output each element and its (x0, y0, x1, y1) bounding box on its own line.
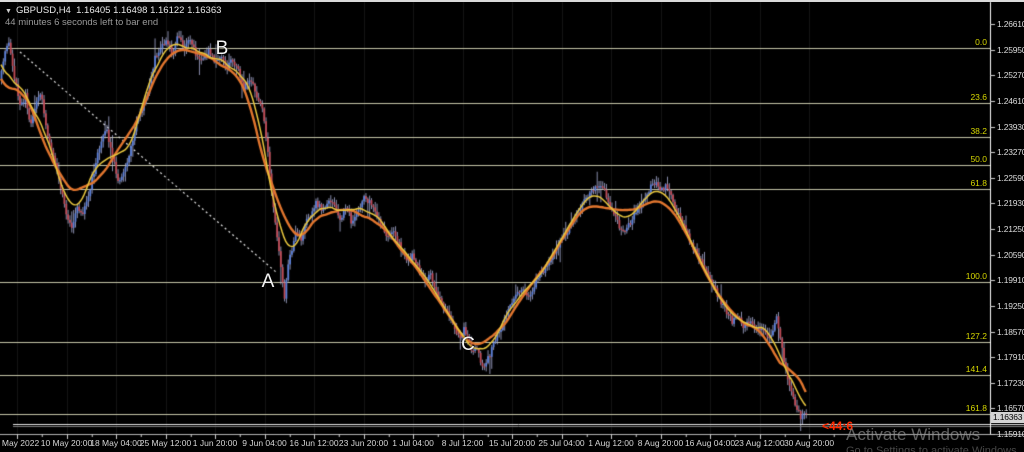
swing-point-label: B (216, 38, 229, 60)
price-axis-label: 1.21930 (997, 198, 1024, 208)
time-axis-label: 10 May 20:00 (41, 438, 93, 448)
window-top-edge (0, 0, 1024, 2)
time-axis-label: 9 Jun 04:00 (242, 438, 286, 448)
chevron-down-icon[interactable]: ▼ (5, 8, 12, 15)
swing-point-label: A (262, 271, 275, 293)
swing-point-label: C (461, 334, 475, 356)
current-price-badge: 1.16363 (991, 412, 1024, 423)
fib-level-label: 141.4 (966, 364, 987, 374)
price-axis-label: 1.24610 (997, 96, 1024, 106)
time-axis-label: 8 Jul 12:00 (442, 438, 484, 448)
fib-level-label: 38.2 (970, 126, 987, 136)
fib-level-label: 127.2 (966, 331, 987, 341)
price-axis-label: 1.17230 (997, 378, 1024, 388)
price-axis-label: 1.23270 (997, 147, 1024, 157)
time-axis-label: 25 May 12:00 (140, 438, 192, 448)
activate-windows-watermark: Activate Windows (846, 425, 980, 445)
price-axis-label: 1.17910 (997, 352, 1024, 362)
time-axis-label: 30 Aug 20:00 (784, 438, 834, 448)
chart-canvas[interactable] (0, 0, 1024, 452)
symbol-title-line: ▼ GBPUSD,H4 1.16405 1.16498 1.16122 1.163… (5, 5, 221, 17)
time-axis-label: 23 Jun 20:00 (339, 438, 388, 448)
fib-level-label: 161.8 (966, 403, 987, 413)
price-axis-label: 1.23930 (997, 122, 1024, 132)
time-axis-label: 1 Jun 20:00 (193, 438, 237, 448)
price-axis-label: 1.25950 (997, 45, 1024, 55)
price-axis-label: 1.21250 (997, 224, 1024, 234)
time-axis-label: 25 Jul 04:00 (538, 438, 584, 448)
fib-level-label: 100.0 (966, 271, 987, 281)
price-axis-label: 1.19910 (997, 275, 1024, 285)
price-axis-label: 1.26610 (997, 19, 1024, 29)
time-axis-label: 1 Aug 12:00 (588, 438, 633, 448)
price-axis-label: 1.15910 (997, 429, 1024, 439)
time-axis-label: 3 May 2022 (0, 438, 39, 448)
price-axis-label: 1.20590 (997, 250, 1024, 260)
fib-level-label: 50.0 (970, 154, 987, 164)
price-axis-label: 1.19250 (997, 301, 1024, 311)
price-axis-label: 1.22590 (997, 173, 1024, 183)
time-axis-label: 16 Aug 04:00 (685, 438, 735, 448)
time-axis-label: 1 Jul 04:00 (392, 438, 434, 448)
ohlc-values: 1.16405 1.16498 1.16122 1.16363 (76, 5, 221, 16)
fib-level-label: 61.8 (970, 178, 987, 188)
time-axis-label: 8 Aug 20:00 (638, 438, 683, 448)
price-axis-label: 1.25270 (997, 70, 1024, 80)
symbol-label: GBPUSD,H4 (16, 5, 71, 16)
time-axis-label: 18 May 04:00 (90, 438, 142, 448)
bar-countdown-text: 44 minutes 6 seconds left to bar end (5, 17, 221, 28)
time-axis-label: 23 Aug 12:00 (734, 438, 784, 448)
chart-header: ▼ GBPUSD,H4 1.16405 1.16498 1.16122 1.163… (5, 5, 221, 28)
activate-windows-subtext: Go to Settings to activate Windows. (846, 445, 1020, 452)
fib-level-label: 23.6 (970, 92, 987, 102)
time-axis-label: 15 Jul 20:00 (489, 438, 535, 448)
fib-level-label: 0.0 (975, 37, 987, 47)
mt4-chart-window: ▼ GBPUSD,H4 1.16405 1.16498 1.16122 1.163… (0, 0, 1024, 452)
time-axis-label: 16 Jun 12:00 (289, 438, 338, 448)
price-axis-label: 1.18570 (997, 327, 1024, 337)
